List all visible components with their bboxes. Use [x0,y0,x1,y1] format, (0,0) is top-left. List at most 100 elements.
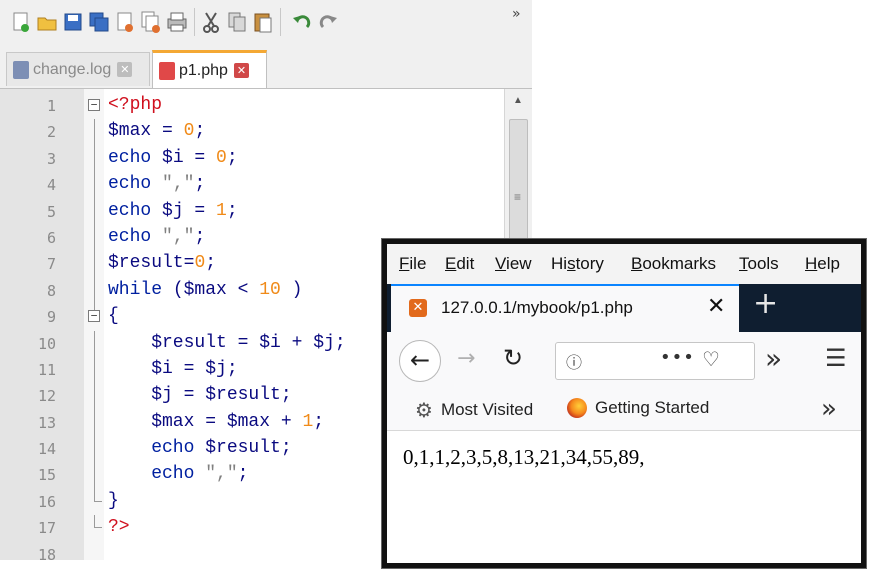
toolbar-overflow-icon[interactable]: » [765,342,782,375]
fold-collapse-icon[interactable]: − [88,310,100,323]
tab-close-icon[interactable]: ✕ [233,63,249,78]
info-icon[interactable]: ⓘ [566,349,588,372]
fold-guide-line [94,330,95,357]
menu-item[interactable]: History [551,254,604,274]
code-token: 0 [183,121,195,142]
bookmarks-overflow-icon[interactable]: » [821,394,837,424]
code-text: } [108,491,119,511]
reload-button[interactable]: ↻ [503,344,523,372]
print-icon[interactable] [166,10,188,34]
code-token: + [270,411,303,432]
code-text: $result = $i + $j; [108,333,345,353]
menu-item-label: tory [575,254,604,273]
fold-guide-line [94,224,95,252]
page-output-text: 0,1,1,2,3,5,8,13,21,34,55,89, [403,445,645,469]
code-token: 0 [216,147,227,168]
code-token: $j [205,358,227,379]
scroll-up-arrow-icon[interactable]: ▲ [513,95,523,106]
line-number: 15 [37,466,56,485]
code-line[interactable]: 3 echo $i = 0; [0,145,532,173]
menu-item[interactable]: File [399,254,426,274]
code-line[interactable]: 5 echo $j = 1; [0,198,532,225]
code-token: } [108,490,119,511]
code-token: echo [108,464,195,485]
code-token: ; [194,121,206,142]
code-token: $j [151,200,184,221]
menu-item[interactable]: Tools [739,254,779,274]
code-token: ?> [108,517,130,538]
bookmark-label: Getting Started [595,398,710,417]
file-saved-icon [13,60,29,79]
pocket-icon[interactable]: ♡ [702,347,720,371]
close-icon[interactable] [114,10,136,34]
fold-collapse-icon[interactable]: − [88,99,100,111]
code-text: $j = $result; [108,385,291,406]
fold-guide-line [94,119,95,146]
fold-end-marker [94,515,102,529]
code-token: $i [151,147,184,168]
tab-close-icon[interactable]: ✕ [117,62,133,77]
url-bar[interactable]: ⓘ ••• ♡ [555,342,755,380]
save-icon[interactable] [62,10,84,34]
open-file-icon[interactable] [36,10,58,34]
new-file-icon[interactable] [10,10,32,34]
menu-item[interactable]: Bookmarks [631,254,716,274]
code-line[interactable]: 2 $max = 0; [0,119,532,146]
code-token: = [183,253,195,274]
fold-guide-line [94,198,95,225]
tab-p1-php[interactable]: p1.php ✕ [152,50,267,88]
code-token: <?php [108,95,163,115]
bookmark-getting-started[interactable]: Getting Started [567,398,709,418]
menu-item[interactable]: Edit [445,254,474,274]
code-token: = [183,147,217,168]
code-text: echo ","; [108,227,205,247]
toolbar-overflow-button[interactable]: » [512,6,521,22]
code-text: <?php [108,95,162,115]
menu-item[interactable]: View [495,254,532,274]
undo-icon[interactable] [290,10,312,34]
code-line[interactable]: 1 − <?php [0,93,532,119]
tab-change-log[interactable]: change.log ✕ [6,52,150,86]
menu-item-label: iew [506,254,532,273]
redo-icon[interactable] [318,10,340,34]
code-token: while [108,279,163,300]
new-tab-button[interactable]: + [753,286,778,321]
fold-guide-line [94,409,95,437]
copy-icon[interactable] [226,10,248,34]
paste-icon[interactable] [252,10,274,34]
editor-toolbar: » [0,0,532,46]
menu-item-accesskey: s [567,254,576,273]
code-text: $max = $max + 1; [108,412,324,432]
code-token: 1 [302,411,314,432]
code-token: ; [194,174,206,195]
file-unsaved-icon [159,61,175,80]
menu-item-accesskey: V [495,254,507,273]
menu-item-accesskey: B [631,254,643,273]
toolbar-separator [194,8,195,36]
tab-close-icon[interactable]: ✕ [707,294,725,319]
fold-guide-line [94,145,95,173]
code-token: ; [280,438,292,459]
code-text: $result=0; [108,253,216,273]
cut-icon[interactable] [200,10,222,34]
back-button[interactable]: ← [399,340,441,382]
page-actions-icon[interactable]: ••• [660,347,695,368]
forward-button[interactable]: → [457,346,475,371]
tab-title: 127.0.0.1/mybook/p1.php [441,298,633,317]
browser-tab-active[interactable]: ✕ 127.0.0.1/mybook/p1.php ✕ [391,284,739,332]
save-all-icon[interactable] [88,10,110,34]
menu-item[interactable]: Help [805,254,840,274]
code-token: $result [205,385,281,406]
fold-guide-line [94,383,95,410]
code-token: $result [108,253,184,274]
code-text: $max = 0; [108,121,205,141]
code-token: ; [226,147,238,168]
code-line[interactable]: 4 echo ","; [0,172,532,199]
line-number: 18 [37,545,56,560]
hamburger-menu-icon[interactable]: ☰ [825,344,847,372]
close-all-icon[interactable] [140,10,162,34]
code-token: 1 [216,200,227,221]
bookmark-most-visited[interactable]: ⚙ Most Visited [415,398,533,422]
code-token: echo [108,147,152,168]
line-number: 4 [46,176,56,195]
